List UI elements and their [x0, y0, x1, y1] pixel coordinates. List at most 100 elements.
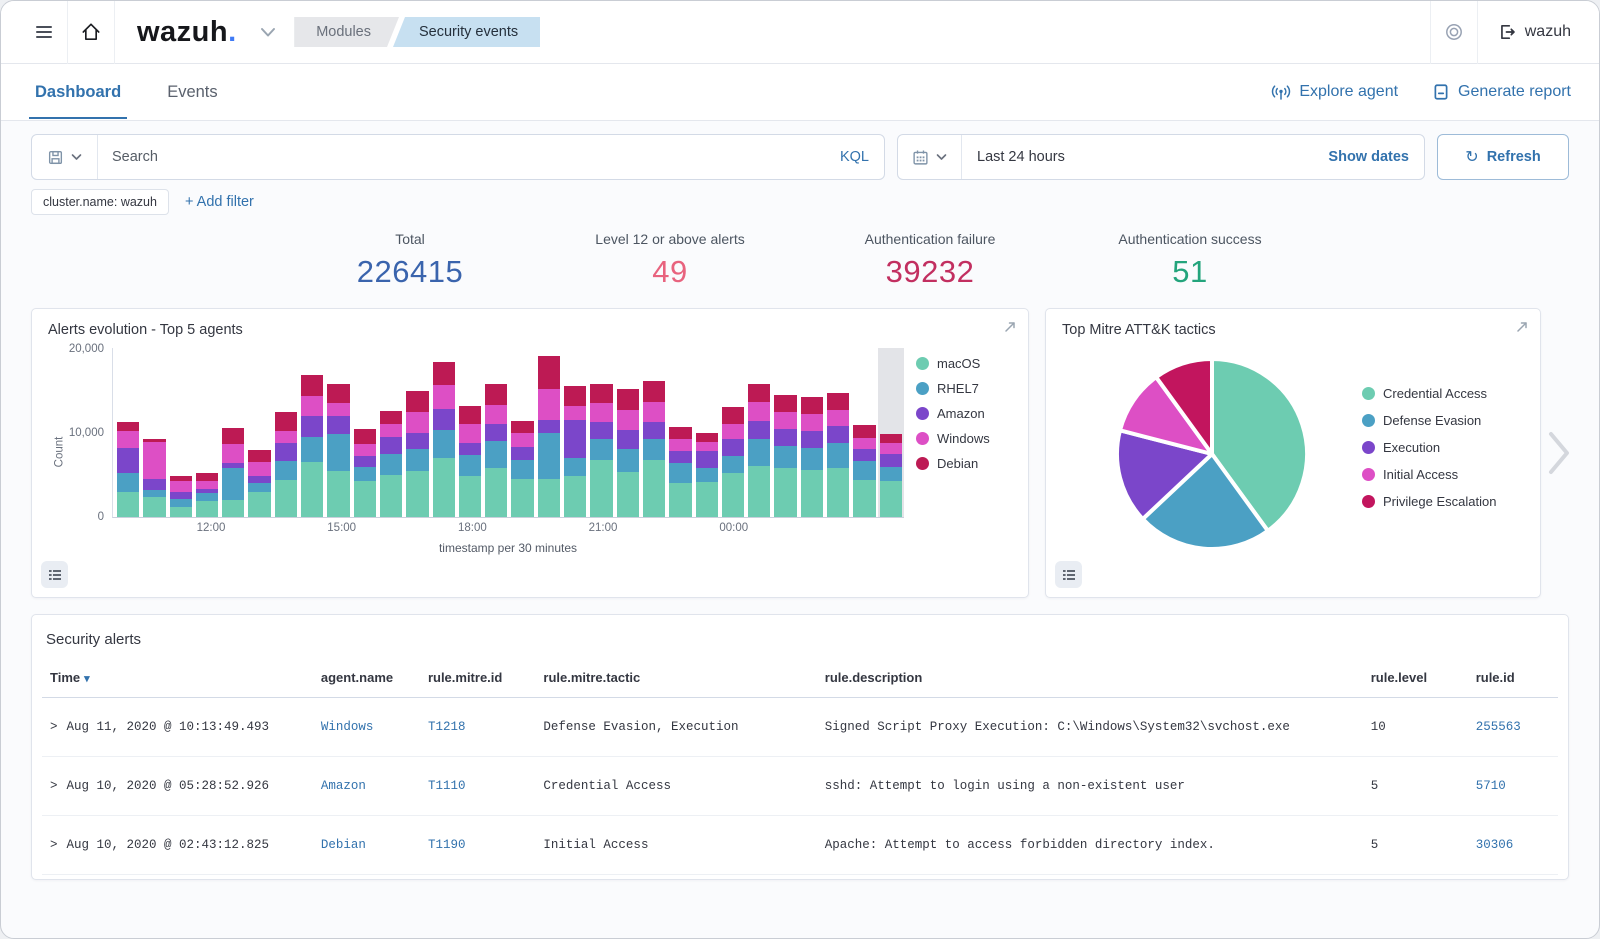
bar-segment-macos[interactable] [853, 480, 875, 517]
expand-panel-icon[interactable] [1003, 320, 1017, 334]
bar-12[interactable] [431, 348, 457, 517]
bar-segment-rhel7[interactable] [696, 468, 718, 482]
bar-segment-rhel7[interactable] [774, 446, 796, 468]
query-language-button[interactable]: KQL [840, 149, 884, 165]
bar-segment-rhel7[interactable] [433, 430, 455, 458]
wazuh-logo[interactable]: wazuh. [137, 16, 236, 49]
bar-15[interactable] [509, 348, 535, 517]
bar-segment-windows[interactable] [354, 444, 376, 456]
bar-4[interactable] [220, 348, 246, 517]
bar-segment-windows[interactable] [327, 403, 349, 416]
tab-dashboard[interactable]: Dashboard [29, 66, 127, 119]
bar-segment-amazon[interactable] [433, 409, 455, 430]
bar-segment-debian[interactable] [617, 389, 639, 409]
bar-segment-rhel7[interactable] [143, 490, 165, 497]
bar-segment-windows[interactable] [485, 405, 507, 424]
bar-22[interactable] [694, 348, 720, 517]
bar-segment-windows[interactable] [275, 431, 297, 443]
bar-6[interactable] [273, 348, 299, 517]
bar-segment-windows[interactable] [643, 402, 665, 422]
bar-segment-rhel7[interactable] [564, 458, 586, 477]
bar-segment-macos[interactable] [748, 466, 770, 517]
legend-item-execution[interactable]: Execution [1362, 440, 1496, 455]
bar-segment-macos[interactable] [222, 500, 244, 517]
bar-segment-macos[interactable] [669, 483, 691, 517]
cell-rule-id[interactable]: 5710 [1468, 757, 1558, 816]
bar-segment-debian[interactable] [248, 450, 270, 462]
bar-segment-amazon[interactable] [669, 451, 691, 463]
bar-segment-windows[interactable] [459, 424, 481, 443]
bar-segment-macos[interactable] [617, 472, 639, 517]
generate-report-button[interactable]: Generate report [1432, 83, 1571, 101]
bar-segment-amazon[interactable] [485, 424, 507, 441]
bar-segment-debian[interactable] [669, 427, 691, 439]
bar-segment-windows[interactable] [696, 442, 718, 451]
bar-segment-rhel7[interactable] [170, 499, 192, 507]
bar-segment-rhel7[interactable] [827, 443, 849, 468]
legend-item-defense-evasion[interactable]: Defense Evasion [1362, 413, 1496, 428]
legend-item-privilege-escalation[interactable]: Privilege Escalation [1362, 494, 1496, 509]
bar-0[interactable] [115, 348, 141, 517]
bar-26[interactable] [799, 348, 825, 517]
bar-segment-debian[interactable] [748, 384, 770, 402]
bar-segment-debian[interactable] [722, 407, 744, 424]
bar-segment-windows[interactable] [196, 481, 218, 489]
bar-segment-macos[interactable] [485, 468, 507, 517]
bar-segment-debian[interactable] [380, 411, 402, 424]
bar-segment-macos[interactable] [880, 481, 902, 517]
bar-segment-debian[interactable] [275, 412, 297, 431]
column-header-rule-level[interactable]: rule.level [1363, 658, 1468, 698]
bar-segment-windows[interactable] [170, 481, 192, 492]
cell-rule-id[interactable]: 255563 [1468, 698, 1558, 757]
legend-item-windows[interactable]: Windows [916, 431, 1012, 446]
cell-agent[interactable]: Debian [313, 816, 420, 875]
expand-row-icon[interactable]: > [50, 779, 58, 793]
bar-segment-amazon[interactable] [301, 416, 323, 437]
cell-rule-id[interactable]: 30306 [1468, 816, 1558, 875]
bar-segment-macos[interactable] [170, 507, 192, 517]
bar-17[interactable] [562, 348, 588, 517]
bar-segment-amazon[interactable] [590, 422, 612, 439]
bar-1[interactable] [141, 348, 167, 517]
bar-5[interactable] [246, 348, 272, 517]
bar-segment-amazon[interactable] [853, 449, 875, 462]
bar-segment-windows[interactable] [801, 414, 823, 431]
time-range-value[interactable]: Last 24 hours [962, 149, 1065, 165]
column-header-rule-mitre-tactic[interactable]: rule.mitre.tactic [535, 658, 816, 698]
bar-segment-rhel7[interactable] [275, 461, 297, 480]
bar-segment-windows[interactable] [617, 410, 639, 430]
app-switcher-button[interactable] [260, 26, 276, 38]
show-dates-button[interactable]: Show dates [1328, 149, 1424, 165]
bar-segment-amazon[interactable] [511, 447, 533, 461]
bar-segment-amazon[interactable] [827, 426, 849, 443]
cell-agent[interactable]: Windows [313, 698, 420, 757]
expand-row-icon[interactable]: > [50, 720, 58, 734]
bar-segment-amazon[interactable] [564, 420, 586, 458]
bar-segment-amazon[interactable] [248, 476, 270, 483]
legend-toggle-button[interactable] [1055, 561, 1082, 588]
bar-8[interactable] [325, 348, 351, 517]
bar-segment-rhel7[interactable] [801, 448, 823, 470]
bar-segment-windows[interactable] [564, 406, 586, 420]
stat-value[interactable]: 49 [540, 254, 800, 290]
bar-segment-macos[interactable] [511, 479, 533, 517]
bar-segment-macos[interactable] [354, 481, 376, 517]
bar-9[interactable] [352, 348, 378, 517]
bar-segment-macos[interactable] [459, 476, 481, 517]
bar-segment-macos[interactable] [827, 468, 849, 517]
bar-segment-debian[interactable] [643, 381, 665, 402]
bar-segment-amazon[interactable] [801, 431, 823, 448]
bar-segment-debian[interactable] [774, 395, 796, 412]
explore-agent-button[interactable]: Explore agent [1271, 83, 1398, 101]
bar-segment-rhel7[interactable] [485, 441, 507, 468]
stat-value[interactable]: 226415 [280, 254, 540, 290]
bar-segment-debian[interactable] [459, 406, 481, 424]
bar-segment-windows[interactable] [880, 443, 902, 454]
bar-segment-debian[interactable] [801, 397, 823, 414]
bar-segment-amazon[interactable] [538, 420, 560, 433]
bar-segment-windows[interactable] [827, 410, 849, 426]
bar-25[interactable] [772, 348, 798, 517]
bar-segment-rhel7[interactable] [354, 467, 376, 481]
saved-query-menu-button[interactable] [32, 135, 98, 179]
bar-segment-macos[interactable] [406, 471, 428, 517]
